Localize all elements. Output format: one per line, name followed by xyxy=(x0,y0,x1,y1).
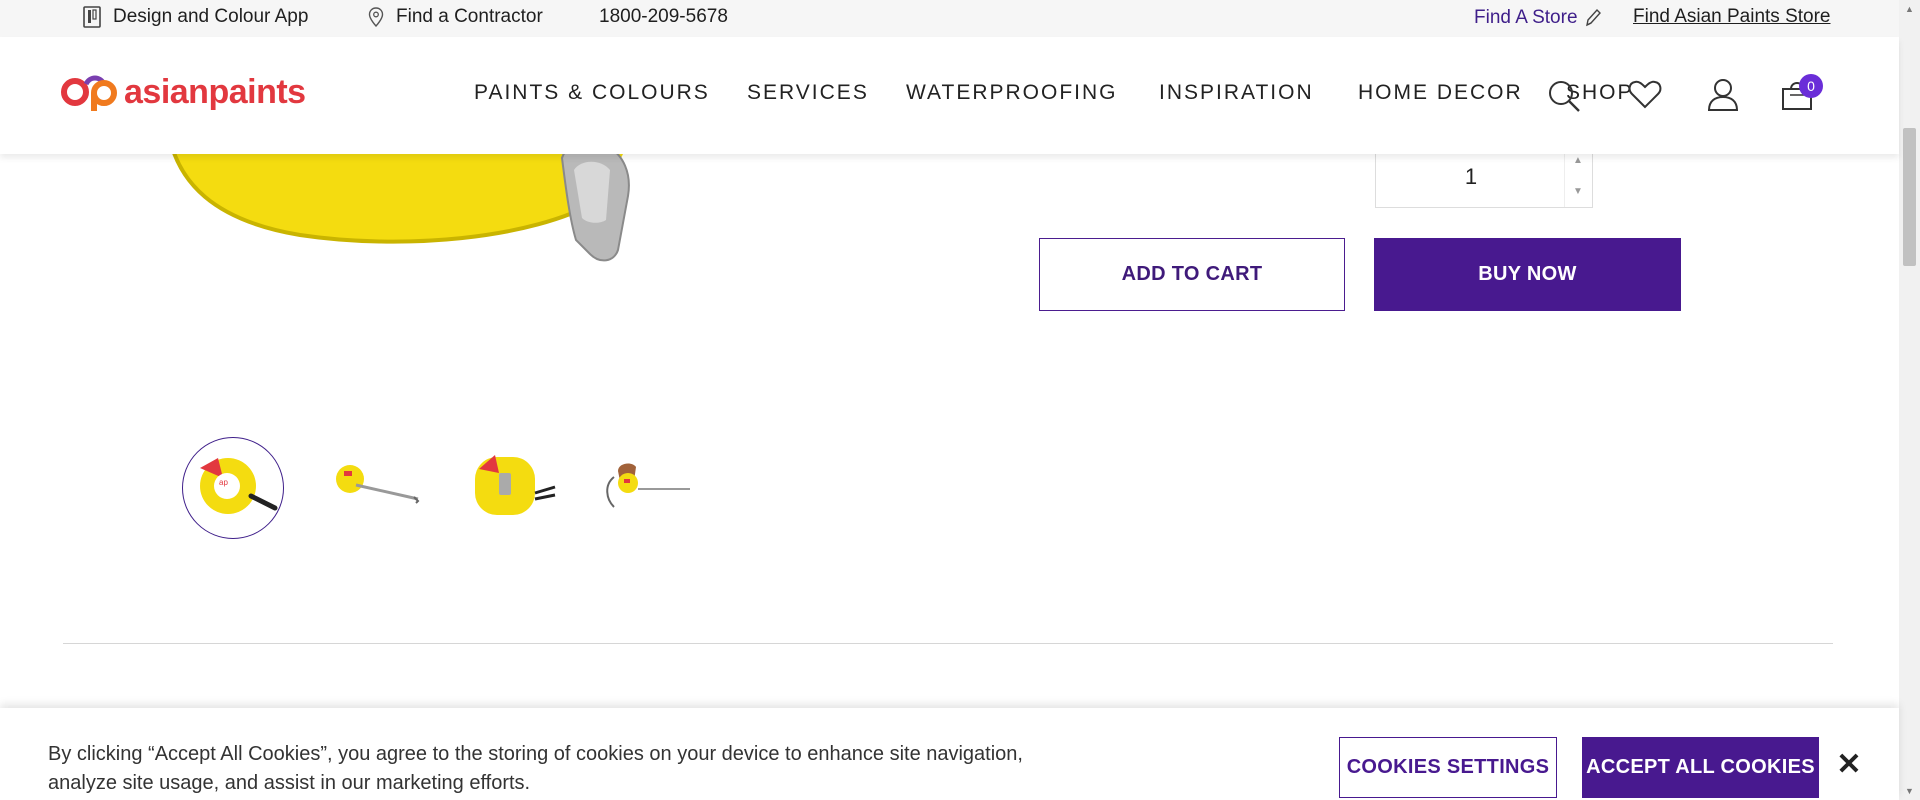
find-a-store-link[interactable]: Find A Store xyxy=(1474,7,1602,29)
nav-paints-colours[interactable]: PAINTS & COLOURS xyxy=(474,81,710,105)
utility-bar: Design and Colour App Find a Contractor … xyxy=(0,0,1899,37)
thumbnail-tape-in-hand[interactable] xyxy=(598,437,700,539)
buy-now-button[interactable]: BUY NOW xyxy=(1374,238,1681,311)
wishlist-icon[interactable] xyxy=(1628,79,1662,114)
thumbnail-tape-extended[interactable] xyxy=(320,437,422,539)
find-asian-paints-store-link[interactable]: Find Asian Paints Store xyxy=(1633,6,1831,28)
phone-number[interactable]: 1800-209-5678 xyxy=(599,6,728,28)
find-contractor-link[interactable]: Find a Contractor xyxy=(368,6,543,28)
cookie-consent-text: By clicking “Accept All Cookies”, you ag… xyxy=(48,743,1023,794)
find-a-store-label: Find A Store xyxy=(1474,7,1578,28)
main-header: asianpaints PAINTS & COLOURS SERVICES WA… xyxy=(0,37,1899,154)
design-app-link[interactable]: Design and Colour App xyxy=(83,6,308,28)
thumbnail-tape-back[interactable] xyxy=(465,437,567,539)
find-contractor-label: Find a Contractor xyxy=(396,6,543,27)
section-divider xyxy=(63,643,1833,644)
design-app-label: Design and Colour App xyxy=(113,6,309,27)
nav-services[interactable]: SERVICES xyxy=(747,81,869,105)
phone-app-icon xyxy=(83,6,101,28)
user-icon[interactable] xyxy=(1706,77,1740,116)
location-pin-icon xyxy=(368,7,384,27)
product-page: Design and Colour App Find a Contractor … xyxy=(0,0,1920,800)
add-to-cart-button[interactable]: ADD TO CART xyxy=(1039,238,1345,311)
quantity-decrease-icon[interactable]: ▼ xyxy=(1570,185,1586,199)
cookies-settings-button[interactable]: COOKIES SETTINGS xyxy=(1339,737,1557,798)
nav-home-decor[interactable]: HOME DECOR xyxy=(1358,81,1523,105)
quantity-increase-icon[interactable]: ▲ xyxy=(1570,154,1586,168)
svg-text:ap: ap xyxy=(219,478,228,487)
quantity-stepper[interactable]: 1 ▲ ▼ xyxy=(1375,145,1593,208)
pencil-icon xyxy=(1584,8,1602,28)
asianpaints-logo[interactable]: asianpaints xyxy=(60,72,306,112)
page-scrollbar[interactable]: ▲ ▼ xyxy=(1899,0,1920,800)
cart-count-badge: 0 xyxy=(1799,74,1823,98)
logo-mark-icon xyxy=(61,75,117,111)
logo-text: asianpaints xyxy=(124,72,306,111)
close-icon[interactable]: ✕ xyxy=(1834,750,1864,780)
accept-all-cookies-button[interactable]: ACCEPT ALL COOKIES xyxy=(1582,737,1819,798)
thumbnail-tape-front[interactable]: ap xyxy=(182,437,284,539)
scrollbar-thumb[interactable] xyxy=(1903,128,1916,266)
search-icon[interactable] xyxy=(1547,79,1581,118)
scroll-down-icon[interactable]: ▼ xyxy=(1899,786,1920,796)
cookie-consent-banner: By clicking “Accept All Cookies”, you ag… xyxy=(0,708,1899,800)
nav-waterproofing[interactable]: WATERPROOFING xyxy=(906,81,1118,105)
nav-inspiration[interactable]: INSPIRATION xyxy=(1159,81,1314,105)
quantity-value: 1 xyxy=(1464,164,1478,189)
scroll-up-icon[interactable]: ▲ xyxy=(1899,4,1920,14)
